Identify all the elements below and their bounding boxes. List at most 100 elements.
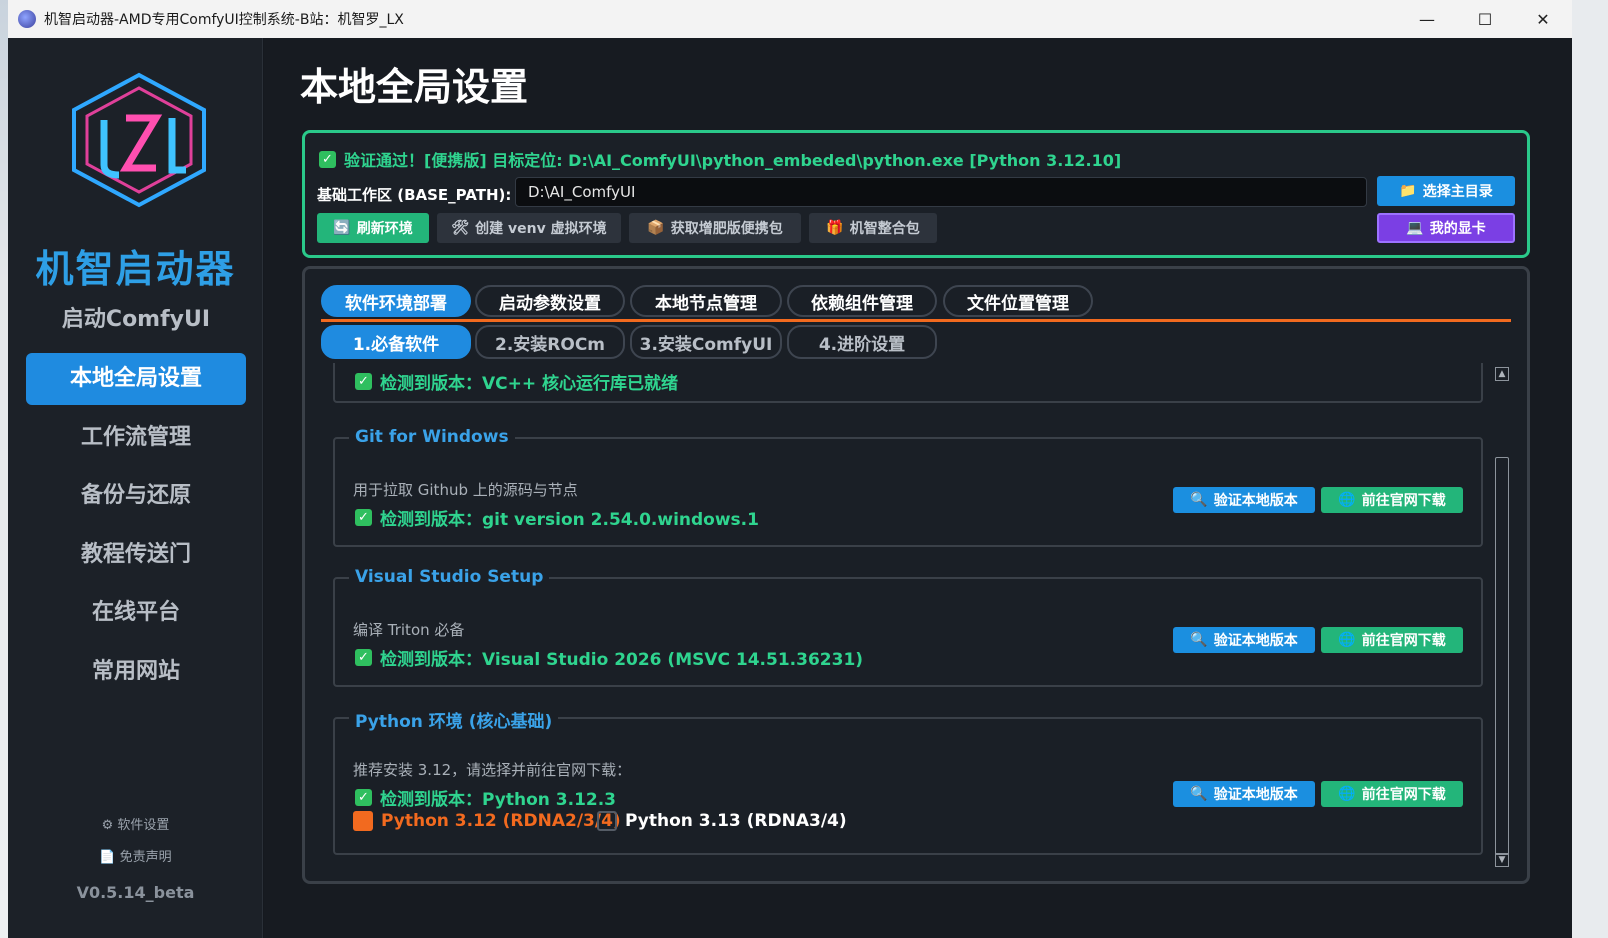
title-bar: 机智启动器-AMD专用ComfyUI控制系统-B站：机智罗_LX — ☐ ✕ [8,0,1572,38]
checkmark-icon: ✓ [355,789,372,806]
visual-studio-verify-label: 验证本地版本 [1213,633,1298,649]
visual-studio-detected-status: ✓ 检测到版本：Visual Studio 2026 (MSVC 14.51.3… [355,645,863,670]
integrated-bundle-button[interactable]: 🎁 机智整合包 [809,213,937,243]
gear-icon: ⚙ [101,818,114,833]
visual-studio-detected-text: 检测到版本：Visual Studio 2026 (MSVC 14.51.362… [380,650,864,670]
python-312-option[interactable]: Python 3.12 (RDNA2/3/4) [353,811,621,831]
computer-icon: 💻 [1406,220,1424,236]
python-313-option[interactable]: Python 3.13 (RDNA3/4) [597,811,847,831]
validation-message: 验证通过！[便携版] 目标定位: D:\AI_ComfyUI\python_em… [344,151,1122,170]
tab-dependency-management[interactable]: 依赖组件管理 [787,285,937,317]
python-313-label: Python 3.13 (RDNA3/4) [625,811,847,831]
git-verify-button[interactable]: 🔍 验证本地版本 [1173,487,1315,513]
python-verify-label: 验证本地版本 [1213,787,1298,803]
visual-studio-download-label: 前往官网下载 [1361,633,1446,649]
choose-main-directory-button[interactable]: 📁 选择主目录 [1377,176,1515,206]
checkmark-icon: ✓ [319,150,336,168]
version-label: V0.5.14_beta [76,883,195,902]
subtab-install-comfyui[interactable]: 3.安装ComfyUI [630,325,782,359]
nav-online-platforms[interactable]: 在线平台 [26,587,246,639]
tab-software-environment[interactable]: 软件环境部署 [321,285,471,317]
minimize-button[interactable]: — [1398,0,1456,38]
my-gpu-button[interactable]: 💻 我的显卡 [1377,213,1515,243]
software-list-scroll-area[interactable]: ✓ 检测到版本：VC++ 核心运行库已就绪 Git for Windows 用于… [305,363,1527,881]
nav-workflow-management[interactable]: 工作流管理 [26,412,246,464]
tab-underline [321,319,1511,322]
base-path-label: 基础工作区 (BASE_PATH): [317,186,512,204]
create-venv-label: 创建 venv 虚拟环境 [475,221,607,237]
python-verify-button[interactable]: 🔍 验证本地版本 [1173,781,1315,807]
refresh-icon: 🔄 [333,220,351,236]
python-group: Python 环境 (核心基础) 推荐安装 3.12，请选择并前往官网下载： ✓… [333,707,1483,855]
settings-tab-panel: 软件环境部署 启动参数设置 本地节点管理 依赖组件管理 文件位置管理 1.必备软… [302,266,1530,884]
visual-studio-group: Visual Studio Setup 编译 Triton 必备 ✓ 检测到版本… [333,567,1483,687]
globe-icon: 🌐 [1338,492,1356,508]
choose-main-directory-label: 选择主目录 [1422,184,1493,200]
tab-file-location-management[interactable]: 文件位置管理 [943,285,1093,317]
sidebar: 机智启动器 启动ComfyUI 本地全局设置 工作流管理 备份与还原 教程传送门… [8,38,263,938]
scrollbar-thumb[interactable] [1495,457,1509,855]
get-portable-package-label: 获取增肥版便携包 [670,221,783,237]
close-button[interactable]: ✕ [1514,0,1572,38]
python-download-button[interactable]: 🌐 前往官网下载 [1321,781,1463,807]
app-window: 机智启动器-AMD专用ComfyUI控制系统-B站：机智罗_LX — ☐ ✕ 机… [8,0,1572,938]
tools-icon: 🛠 [451,220,470,236]
base-path-input[interactable] [515,177,1367,207]
git-detected-status: ✓ 检测到版本：git version 2.54.0.windows.1 [355,505,759,530]
python-312-label: Python 3.12 (RDNA2/3/4) [381,811,621,831]
disclaimer-link[interactable]: 📄 免责声明 [8,846,263,865]
git-download-button[interactable]: 🌐 前往官网下载 [1321,487,1463,513]
refresh-environment-button[interactable]: 🔄 刷新环境 [317,213,429,243]
python-detected-status: ✓ 检测到版本：Python 3.12.3 [355,785,616,810]
subtab-advanced-settings[interactable]: 4.进阶设置 [787,325,937,359]
git-download-label: 前往官网下载 [1361,493,1446,509]
search-icon: 🔍 [1190,786,1208,802]
page-title: 本地全局设置 [300,65,529,109]
software-settings-label: 软件设置 [117,818,170,833]
package-icon: 📦 [647,220,665,236]
nav-local-global-settings[interactable]: 本地全局设置 [26,353,246,405]
main-content: 本地全局设置 ✓ 验证通过！[便携版] 目标定位: D:\AI_ComfyUI\… [264,38,1572,938]
window-title: 机智启动器-AMD专用ComfyUI控制系统-B站：机智罗_LX [44,12,404,28]
git-description: 用于拉取 Github 上的源码与节点 [353,481,578,499]
desktop-background-left [0,0,8,938]
python-312-checkbox[interactable] [353,811,373,831]
subtab-required-software[interactable]: 1.必备软件 [321,325,471,359]
vcpp-group: ✓ 检测到版本：VC++ 核心运行库已就绪 [333,363,1483,403]
visual-studio-description: 编译 Triton 必备 [353,621,465,639]
create-venv-button[interactable]: 🛠 创建 venv 虚拟环境 [437,213,621,243]
get-portable-package-button[interactable]: 📦 获取增肥版便携包 [629,213,801,243]
nav-common-sites[interactable]: 常用网站 [26,646,246,698]
software-settings-link[interactable]: ⚙ 软件设置 [8,814,263,833]
brand-logo-icon [72,72,206,208]
nav-tutorials[interactable]: 教程传送门 [26,529,246,581]
git-group-title: Git for Windows [349,427,515,447]
git-detected-text: 检测到版本：git version 2.54.0.windows.1 [380,510,759,530]
scroll-down-arrow-icon[interactable]: ▼ [1495,853,1509,867]
nav-launch-comfyui[interactable]: 启动ComfyUI [26,294,246,346]
python-group-title: Python 环境 (核心基础) [349,707,559,732]
vertical-scrollbar[interactable]: ▲ ▼ [1493,363,1511,881]
python-detected-text: 检测到版本：Python 3.12.3 [380,790,617,810]
checkmark-icon: ✓ [355,373,372,390]
refresh-environment-label: 刷新环境 [356,221,413,237]
gift-icon: 🎁 [826,220,844,236]
python-download-label: 前往官网下载 [1361,787,1446,803]
globe-icon: 🌐 [1338,632,1356,648]
maximize-button[interactable]: ☐ [1456,0,1514,38]
nav-backup-restore[interactable]: 备份与还原 [26,470,246,522]
tab-launch-parameters[interactable]: 启动参数设置 [475,285,625,317]
brand-name: 机智启动器 [35,247,236,291]
visual-studio-group-title: Visual Studio Setup [349,567,550,587]
subtab-install-rocm[interactable]: 2.安装ROCm [475,325,625,359]
search-icon: 🔍 [1190,492,1208,508]
git-group: Git for Windows 用于拉取 Github 上的源码与节点 ✓ 检测… [333,427,1483,547]
scroll-up-arrow-icon[interactable]: ▲ [1495,367,1509,381]
visual-studio-download-button[interactable]: 🌐 前往官网下载 [1321,627,1463,653]
tab-local-node-management[interactable]: 本地节点管理 [630,285,782,317]
checkmark-icon: ✓ [355,649,372,666]
python-313-checkbox[interactable] [597,811,617,831]
vcpp-detected-text: 检测到版本：VC++ 核心运行库已就绪 [380,374,679,394]
folder-icon: 📁 [1399,183,1417,199]
visual-studio-verify-button[interactable]: 🔍 验证本地版本 [1173,627,1315,653]
